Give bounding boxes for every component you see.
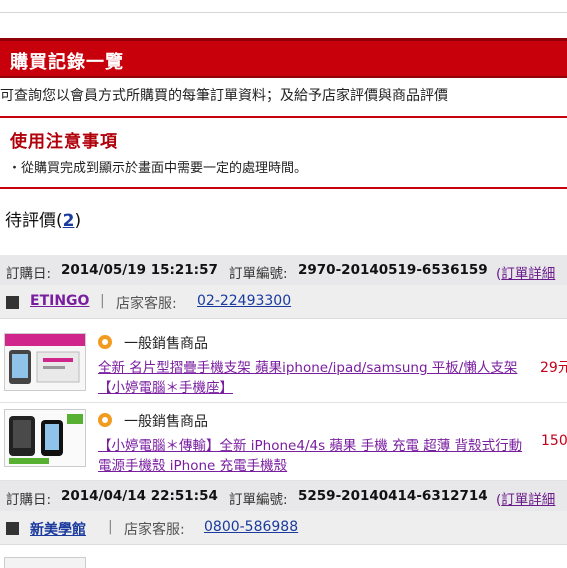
store-info-bar: 新美學館 | 店家客服: 0800-586988 [0, 511, 567, 545]
page-header: 購買記錄一覽 [0, 38, 567, 78]
order-number-label: 訂單編號: [229, 492, 288, 508]
pending-review-count-link[interactable]: 2 [63, 211, 75, 231]
order-date: 2014/05/19 15:21:57 [61, 262, 218, 278]
page-description: 可查詢您以會員方式所購買的每筆訂單資料；及給予店家評價與商品評價 [0, 88, 448, 104]
order-date-label: 訂購日: [6, 492, 52, 508]
pending-review-label: 待評價 [5, 211, 56, 231]
store-phone-link[interactable]: 0800-586988 [204, 519, 298, 535]
product-thumbnail[interactable] [4, 409, 86, 467]
item-price: 150 [541, 433, 567, 449]
store-square-icon [6, 522, 19, 535]
divider [0, 116, 567, 118]
order-date: 2014/04/14 22:51:54 [61, 488, 218, 504]
item-price: 29元 [540, 360, 567, 376]
order-number-label: 訂單編號: [229, 266, 288, 282]
order-detail-link[interactable]: 訂單詳細 [501, 266, 555, 282]
pending-review-heading: 待評價(2) [5, 206, 81, 231]
order-info-bar: 訂購日: 2014/05/19 15:21:57 訂單編號: 2970-2014… [0, 255, 567, 285]
item-name: 【小婷電腦＊傳輸】全新 iPhone4/4s 蘋果 手機 充電 超薄 背殼式行動… [98, 436, 528, 476]
store-phone-link[interactable]: 02-22493300 [197, 293, 291, 309]
separator: | [100, 293, 105, 309]
shopping-bag-icon [98, 335, 112, 349]
pending-close-paren: ) [74, 211, 82, 231]
separator: | [108, 519, 113, 535]
store-service-label: 店家客服: [116, 296, 177, 312]
store-square-icon [6, 296, 19, 309]
item-type: 一般銷售商品 [124, 336, 208, 352]
item-type: 一般銷售商品 [124, 414, 208, 430]
shopping-bag-icon [98, 413, 112, 427]
divider [0, 187, 567, 189]
product-thumbnail[interactable] [4, 333, 86, 391]
order-info-bar: 訂購日: 2014/04/14 22:51:54 訂單編號: 5259-2014… [0, 481, 567, 511]
order-date-label: 訂購日: [6, 266, 52, 282]
list-continuation [0, 545, 567, 568]
order-item: 一般銷售商品 【小婷電腦＊傳輸】全新 iPhone4/4s 蘋果 手機 充電 超… [0, 403, 567, 481]
order-detail: (訂單詳細 [496, 488, 555, 508]
store-name-link[interactable]: ETINGO [30, 293, 89, 309]
item-name-link[interactable]: 全新 名片型摺疊手機支架 蘋果iphone/ipad/samsung 平板/懶人… [98, 360, 517, 396]
item-name: 全新 名片型摺疊手機支架 蘋果iphone/ipad/samsung 平板/懶人… [98, 358, 528, 398]
store-name-link[interactable]: 新美學館 [30, 519, 86, 539]
order-item: 一般銷售商品 全新 名片型摺疊手機支架 蘋果iphone/ipad/samsun… [0, 325, 567, 403]
store-info-bar: ETINGO | 店家客服: 02-22493300 [0, 285, 567, 319]
order-number: 5259-20140414-6312714 [298, 488, 488, 504]
pending-open-paren: ( [56, 211, 63, 231]
top-strip [0, 0, 567, 13]
notice-item: ・從購買完成到顯示於畫面中需要一定的處理時間。 [8, 161, 308, 176]
item-name-link[interactable]: 【小婷電腦＊傳輸】全新 iPhone4/4s 蘋果 手機 充電 超薄 背殼式行動… [98, 438, 522, 474]
notice-title: 使用注意事項 [10, 132, 118, 152]
store-service-label: 店家客服: [124, 522, 185, 538]
page-title: 購買記錄一覽 [10, 52, 124, 73]
order-number: 2970-20140519-6536159 [298, 262, 488, 278]
product-thumbnail[interactable] [4, 557, 86, 568]
order-detail-link[interactable]: 訂單詳細 [501, 492, 555, 508]
order-detail: (訂單詳細 [496, 262, 555, 282]
